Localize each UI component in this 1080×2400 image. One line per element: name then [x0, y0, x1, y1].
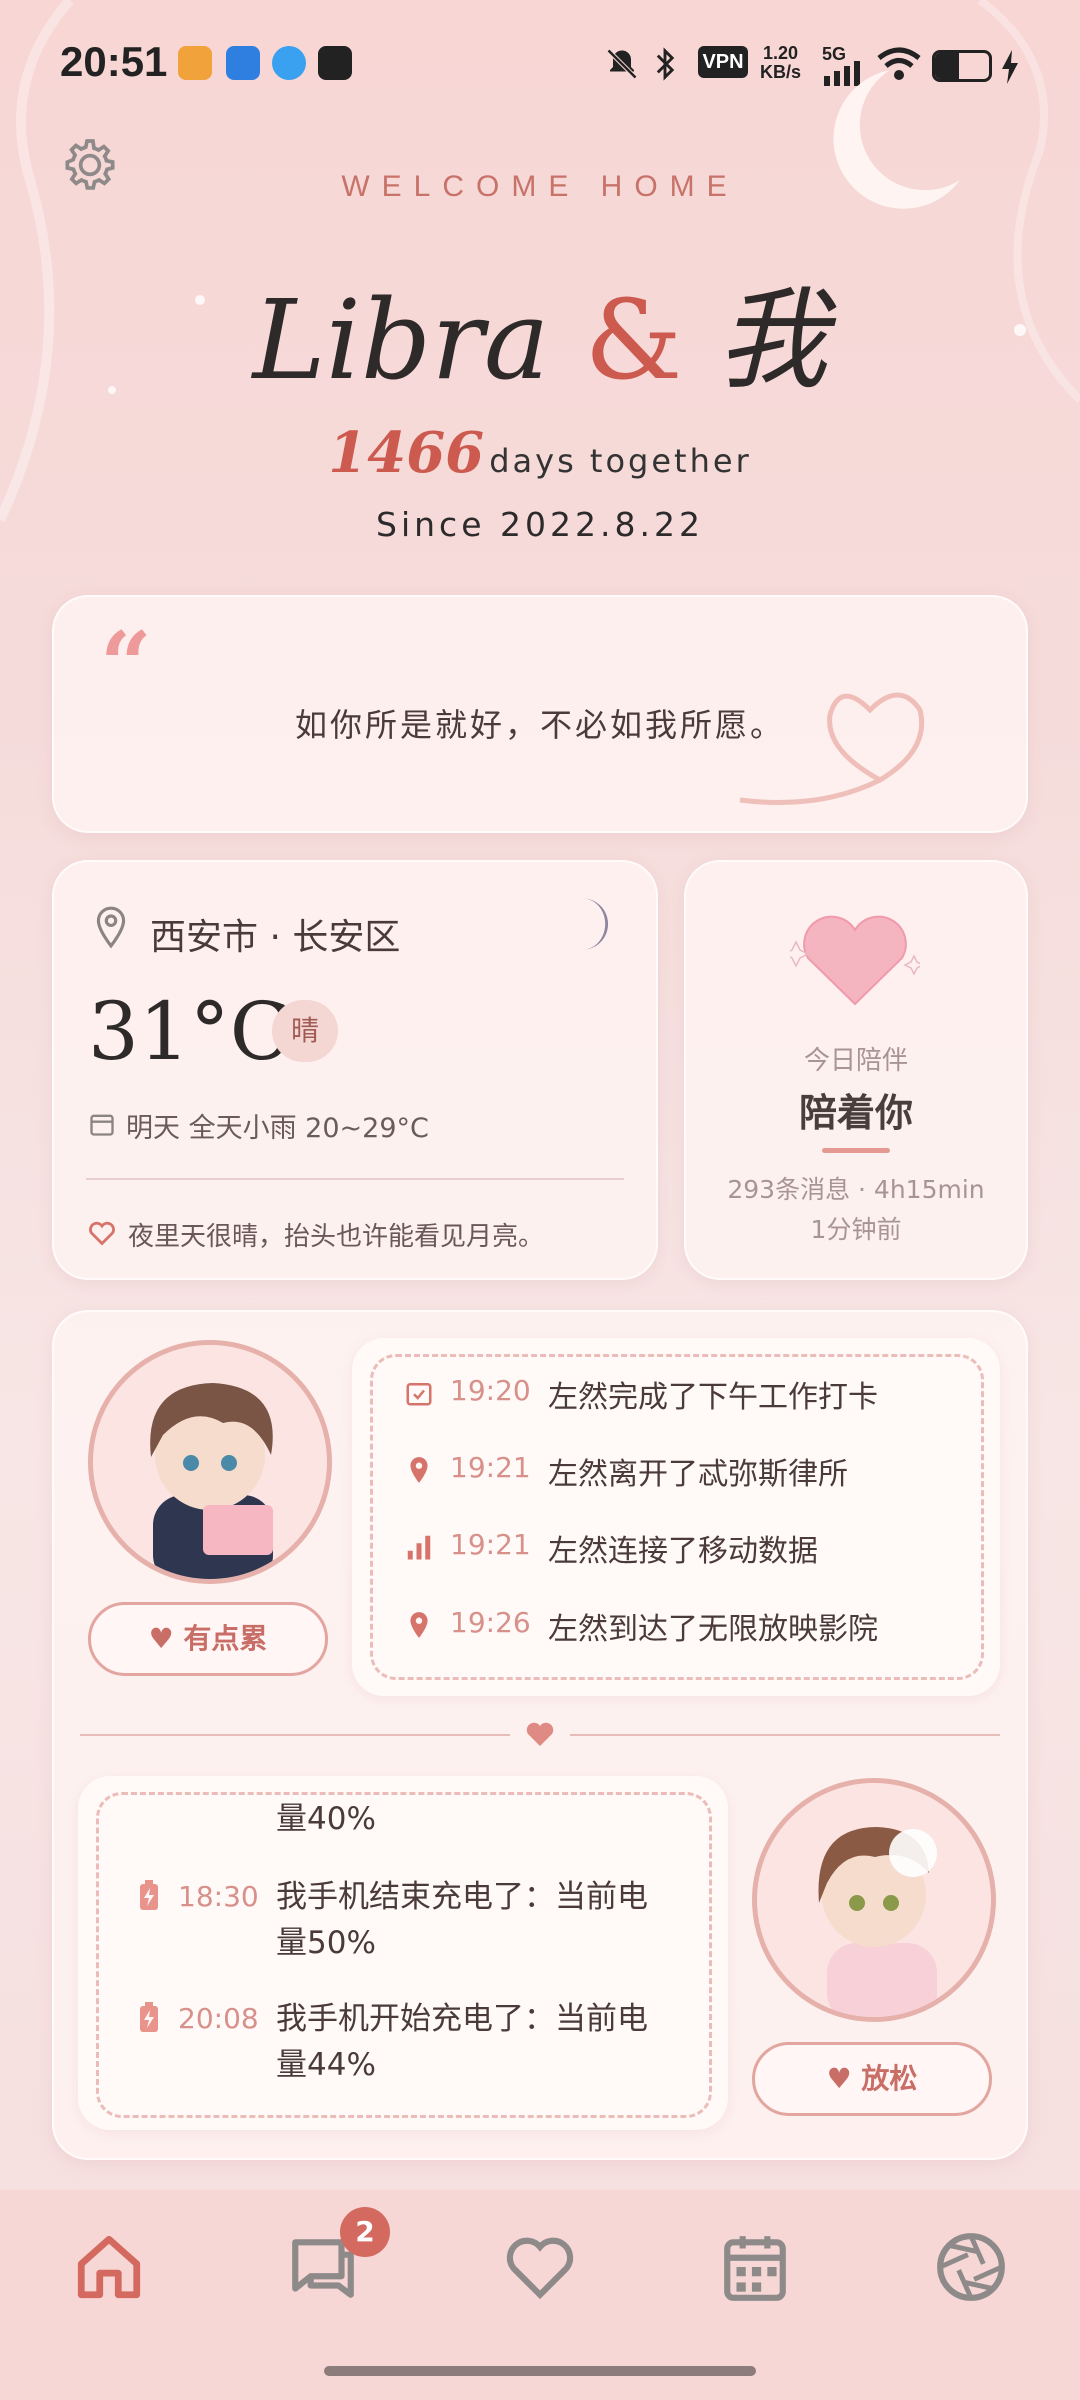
activity-time: 19:20 [450, 1374, 531, 1407]
weather-condition-badge: 晴 [272, 1000, 338, 1062]
weather-forecast: 明天 全天小雨 20~29°C [126, 1113, 429, 1144]
divider [86, 1178, 624, 1180]
battery-charging-icon [140, 2002, 158, 2032]
activity-row: 19:26 左然到达了无限放映影院 [404, 1600, 984, 1650]
nav-home-icon[interactable] [72, 2230, 146, 2304]
battery-charging-icon [140, 1880, 158, 1910]
companion-title: 陪着你 [798, 1091, 913, 1135]
phone-log-desc: 我手机开始充电了：当前电量44% [276, 2001, 648, 2083]
activity-row: 19:20 左然完成了下午工作打卡 [404, 1368, 984, 1418]
my-avatar[interactable] [752, 1778, 996, 2022]
activity-row: 19:21 左然连接了移动数据 [404, 1522, 984, 1572]
activity-time: 19:26 [450, 1606, 531, 1639]
divider [570, 1734, 1000, 1736]
activity-desc: 左然离开了忒弥斯律所 [548, 1457, 848, 1492]
heart-icon [526, 1722, 554, 1746]
nav-camera-shutter-icon[interactable] [934, 2230, 1008, 2304]
partner-avatar[interactable] [88, 1340, 332, 1584]
days-label: days together [489, 442, 752, 480]
chat-unread-badge: 2 [340, 2207, 390, 2257]
phone-log-time: 18:30 [178, 1880, 259, 1913]
activity-desc: 左然完成了下午工作打卡 [548, 1380, 878, 1415]
self-name: 我 [717, 276, 828, 404]
calendar-icon [90, 1114, 114, 1136]
couple-title: Libra & 我 [0, 250, 1080, 410]
companion-stats: 293条消息 · 4h15min [727, 1175, 985, 1204]
partner-name: Libra [252, 276, 550, 404]
activity-row: 19:21 左然离开了忒弥斯律所 [404, 1445, 984, 1495]
my-mood-label: 放松 [861, 2062, 918, 2095]
phone-log-desc: 我手机结束充电了：当前电量50% [276, 1879, 648, 1961]
heart-icon: ♥ [148, 1622, 174, 1655]
welcome-text: WELCOME HOME [341, 170, 739, 203]
partner-mood-label: 有点累 [183, 1622, 268, 1655]
partner-avatar-illustration [93, 1345, 327, 1579]
title-ampersand: & [584, 276, 683, 404]
days-together: 1466 days together [0, 420, 1080, 486]
phone-log-desc: 量40% [276, 1801, 376, 1837]
calendar-check-icon [406, 1383, 432, 1406]
location-pin-icon [96, 906, 126, 949]
moon-icon [582, 898, 609, 950]
phone-log-time: 20:08 [178, 2002, 259, 2035]
my-avatar-illustration [757, 1783, 991, 2017]
nav-calendar-icon[interactable] [718, 2230, 792, 2304]
since-date: Since 2022.8.22 [376, 505, 704, 544]
heart-doodle-icon [739, 692, 925, 805]
home-indicator[interactable] [324, 2366, 756, 2376]
days-count: 1466 [328, 420, 485, 486]
heart-icon [790, 915, 920, 1006]
companion-label: 今日陪伴 [803, 1046, 908, 1076]
activity-desc: 左然到达了无限放映影院 [548, 1612, 878, 1647]
activity-time: 19:21 [450, 1528, 531, 1561]
partner-mood-button[interactable]: ♥ 有点累 [88, 1602, 328, 1676]
companion-accent-bar [822, 1148, 890, 1153]
weather-hint: 夜里天很晴，抬头也许能看见月亮。 [128, 1222, 545, 1252]
my-mood-button[interactable]: ♥ 放松 [752, 2042, 992, 2116]
heart-icon: ♥ [826, 2062, 852, 2095]
activity-desc: 左然连接了移动数据 [548, 1534, 818, 1569]
heart-outline-icon [89, 1221, 115, 1246]
location-pin-icon [410, 1457, 428, 1483]
location-pin-icon [410, 1612, 428, 1638]
temperature: 31°C [88, 985, 292, 1078]
activity-time: 19:21 [450, 1451, 531, 1484]
nav-heart-icon[interactable] [503, 2230, 577, 2304]
weather-location: 西安市 · 长安区 [150, 917, 401, 958]
divider [80, 1734, 510, 1736]
companion-last-active: 1分钟前 [810, 1215, 902, 1244]
signal-bars-icon [407, 1535, 431, 1560]
